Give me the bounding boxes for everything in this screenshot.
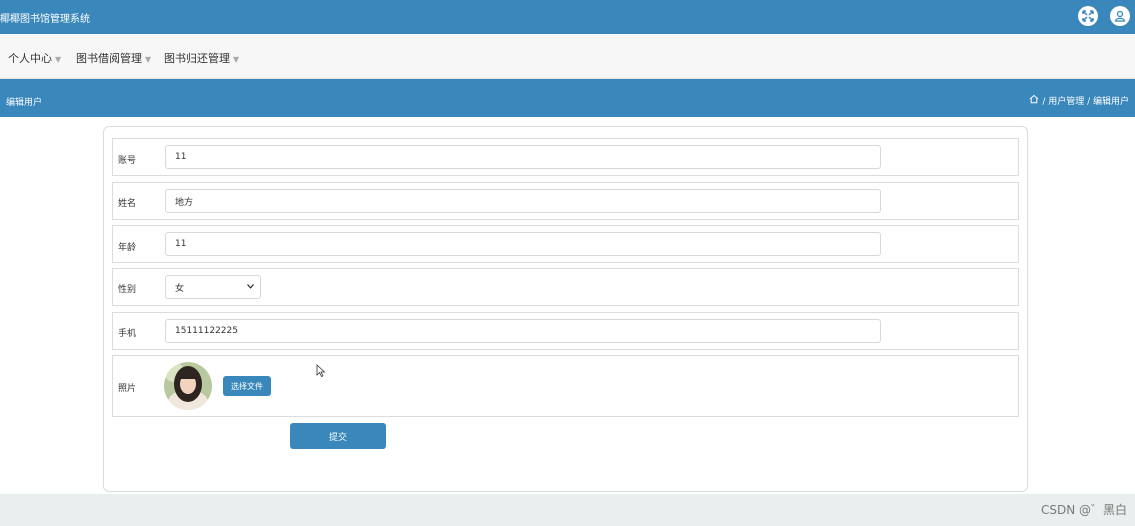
- age-label: 年龄: [118, 243, 137, 253]
- page-title: 编辑用户: [6, 98, 43, 108]
- page-header: 编辑用户 / 用户管理 / 编辑用户: [0, 79, 1135, 117]
- form-row-account: 账号 11: [112, 138, 1019, 176]
- breadcrumb: / 用户管理 / 编辑用户: [1029, 94, 1129, 107]
- form-row-name: 姓名 地方: [112, 182, 1019, 220]
- chevron-down-icon: [247, 282, 254, 292]
- phone-input[interactable]: 15111122225: [165, 319, 881, 343]
- caret-down-icon: ▼: [55, 55, 62, 64]
- menu-personal-center[interactable]: 个人中心 ▼: [8, 50, 61, 66]
- cursor-icon: [316, 364, 326, 381]
- age-value: 11: [175, 239, 187, 249]
- fullscreen-icon[interactable]: [1078, 6, 1098, 26]
- name-input[interactable]: 地方: [165, 189, 881, 213]
- form-row-age: 年龄 11: [112, 225, 1019, 263]
- user-icon[interactable]: [1110, 6, 1130, 26]
- menu-label: 图书借阅管理: [76, 52, 142, 65]
- account-input[interactable]: 11: [165, 145, 881, 169]
- caret-down-icon: ▼: [233, 55, 240, 64]
- app-title: 椰椰图书馆管理系统: [0, 14, 90, 25]
- avatar: [164, 362, 212, 410]
- form-card: [103, 126, 1028, 492]
- submit-button[interactable]: 提交: [290, 423, 386, 449]
- top-bar: 椰椰图书馆管理系统: [0, 0, 1135, 34]
- breadcrumb-text: / 用户管理 / 编辑用户: [1042, 97, 1129, 107]
- gender-label: 性别: [118, 285, 137, 295]
- caret-down-icon: ▼: [145, 55, 152, 64]
- menu-label: 图书归还管理: [164, 52, 230, 65]
- form-row-photo: 照片 选择文件: [112, 355, 1019, 417]
- watermark: CSDN @゛黑白: [1040, 503, 1127, 517]
- menu-label: 个人中心: [8, 52, 52, 65]
- age-input[interactable]: 11: [165, 232, 881, 256]
- photo-label: 照片: [118, 384, 137, 394]
- gender-select[interactable]: 女: [165, 275, 261, 299]
- phone-value: 15111122225: [175, 326, 238, 336]
- home-icon[interactable]: [1029, 94, 1039, 107]
- gender-value: 女: [175, 283, 185, 294]
- menu-book-return[interactable]: 图书归还管理 ▼: [164, 50, 239, 66]
- account-label: 账号: [118, 156, 137, 166]
- choose-file-button[interactable]: 选择文件: [223, 376, 271, 396]
- form-row-gender: 性别 女: [112, 268, 1019, 306]
- name-label: 姓名: [118, 199, 137, 209]
- menu-bar: 个人中心 ▼ 图书借阅管理 ▼ 图书归还管理 ▼: [0, 34, 1135, 79]
- name-value: 地方: [175, 197, 194, 208]
- account-value: 11: [175, 152, 187, 162]
- phone-label: 手机: [118, 329, 137, 339]
- menu-book-borrow[interactable]: 图书借阅管理 ▼: [76, 50, 151, 66]
- form-row-phone: 手机 15111122225: [112, 312, 1019, 350]
